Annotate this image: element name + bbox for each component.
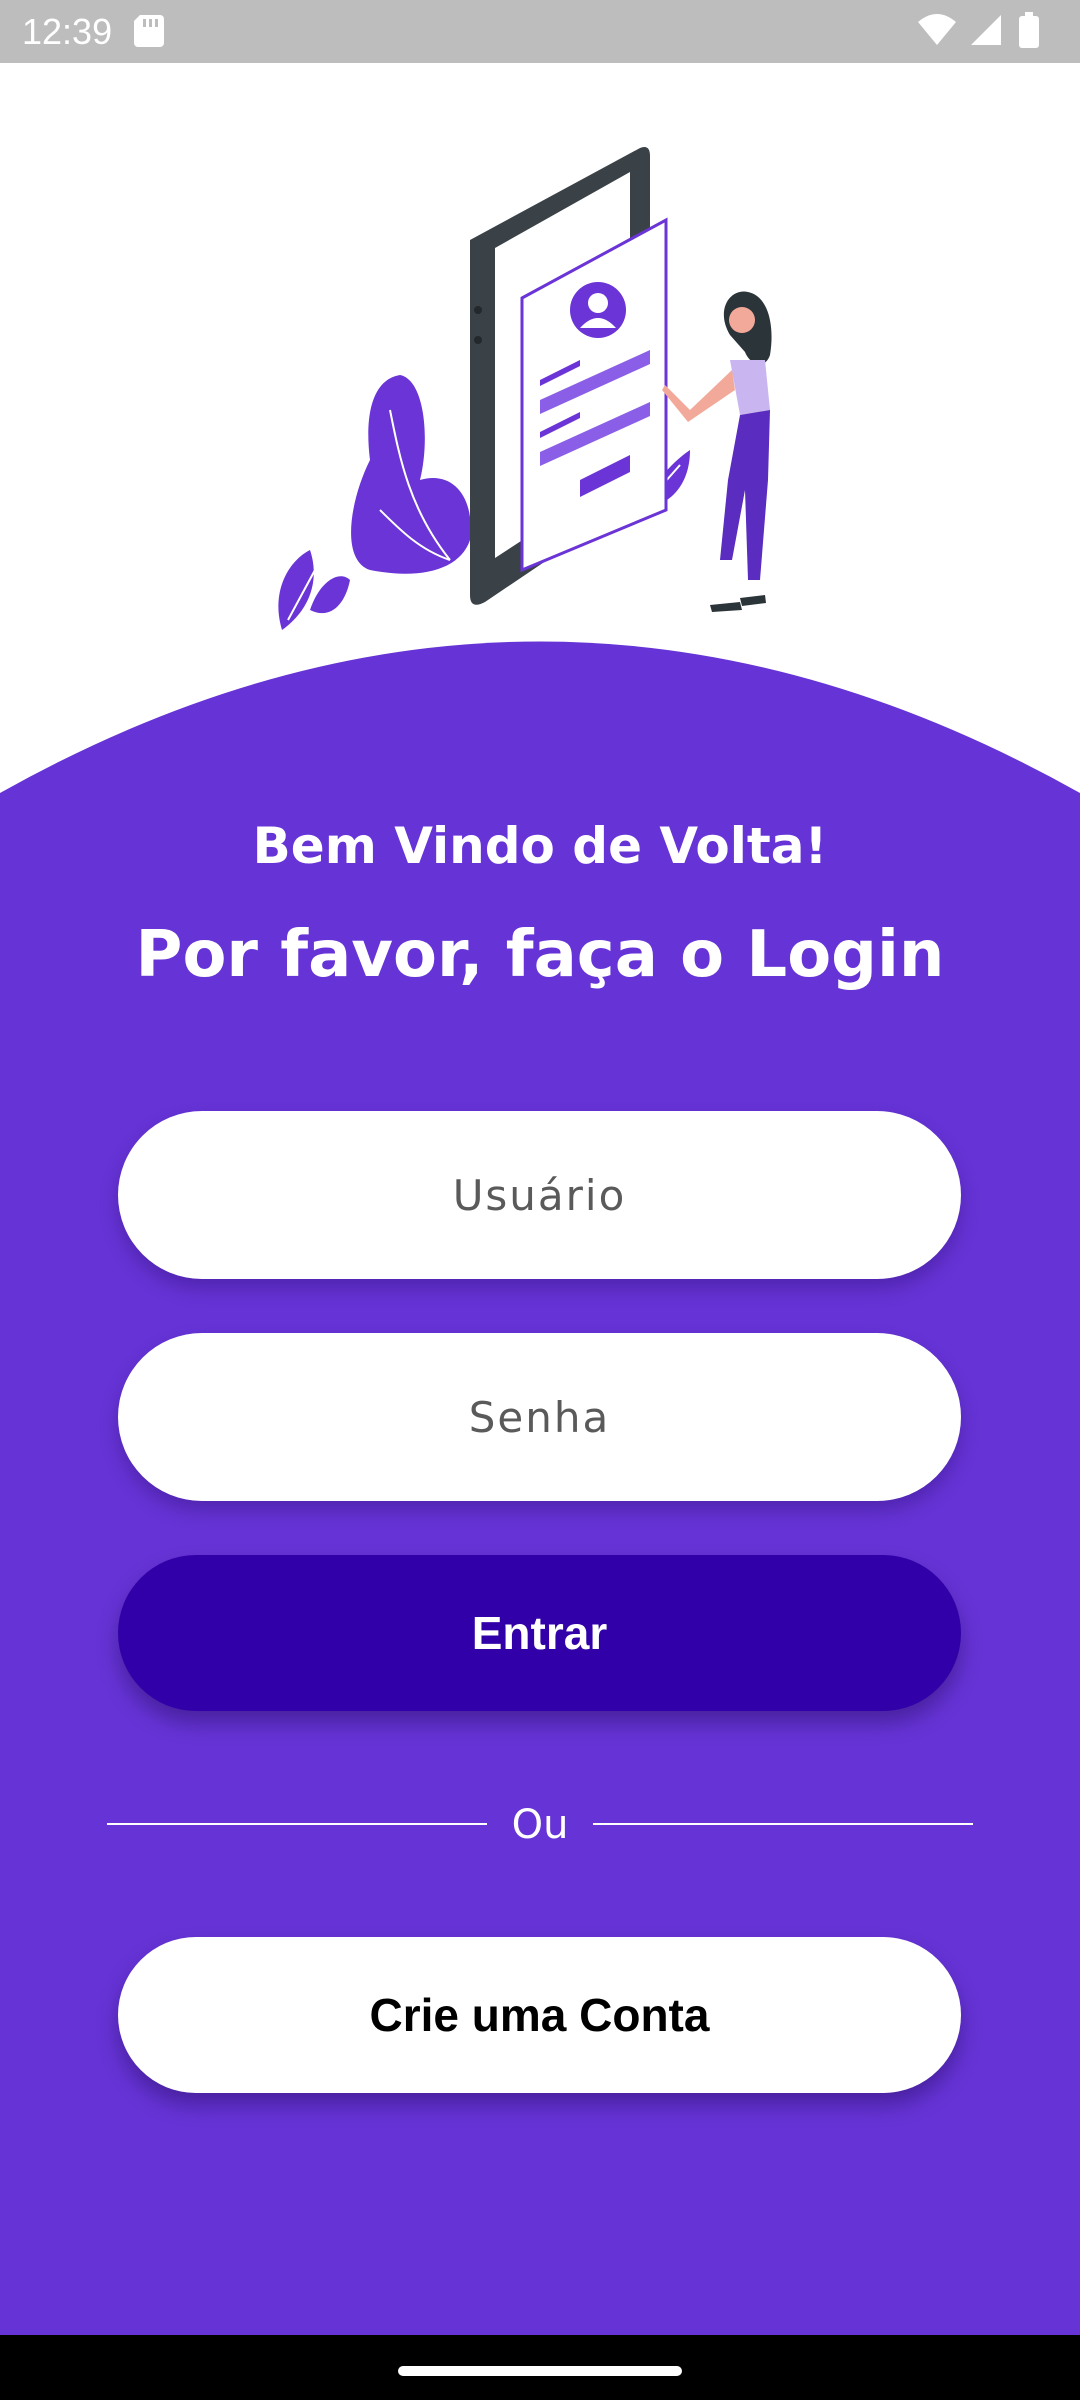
signal-icon [971,15,1001,45]
login-illustration [278,147,772,630]
create-account-button[interactable]: Crie uma Conta [118,1937,961,2093]
login-screen: 12:39 Bem Vindo de Volta! Por favor, faç… [0,0,1080,2400]
welcome-heading: Bem Vindo de Volta! [252,817,828,875]
wifi-icon [918,14,956,45]
login-title: Por favor, faça o Login [135,918,945,992]
plant-left-small [278,550,350,630]
divider-left [107,1823,487,1825]
status-icons [918,12,1039,48]
password-input[interactable] [118,1333,961,1501]
battery-icon [1019,12,1039,48]
login-button[interactable]: Entrar [118,1555,961,1711]
username-input[interactable] [118,1111,961,1279]
divider-right [593,1823,973,1825]
status-bar: 12:39 [0,0,1080,63]
status-time: 12:39 [22,11,113,52]
woman-illustration [662,291,772,612]
or-divider-label: Ou [511,1802,569,1848]
sd-card-icon [134,15,164,47]
plant-left-large [351,375,471,574]
home-gesture-handle[interactable] [398,2366,682,2376]
